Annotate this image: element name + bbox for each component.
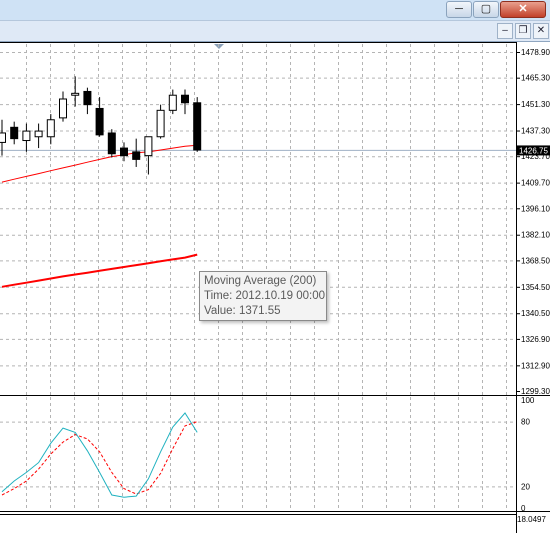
window-caption-bar: ─ ▢ ✕ [0, 0, 550, 20]
candle-body[interactable] [132, 151, 141, 160]
price-tick-label: 1451.30 [521, 100, 550, 109]
oscillator-tick-label: 20 [521, 482, 530, 491]
indicator-tooltip: Moving Average (200) Time: 2012.10.19 00… [199, 271, 327, 321]
chart-minimize-button[interactable]: – [497, 23, 513, 39]
price-tick-label: 1312.90 [521, 361, 550, 370]
stochastic-main-line[interactable] [1, 412, 198, 498]
oscillator-tick-label: 80 [521, 418, 530, 427]
price-tick-label: 1326.90 [521, 335, 550, 344]
candle-body[interactable] [95, 107, 104, 136]
candle-body[interactable] [168, 94, 177, 111]
candle-body[interactable] [144, 136, 153, 157]
tooltip-time: Time: 2012.10.19 00:00 [204, 290, 326, 302]
candle-body[interactable] [156, 109, 165, 138]
price-tick-label: 1354.50 [521, 283, 550, 292]
candle-body[interactable] [120, 147, 128, 157]
tooltip-value: Value: 1371.55 [204, 305, 281, 317]
price-tick-label: 1340.50 [521, 309, 550, 318]
window-minimize-button[interactable]: ─ [446, 1, 472, 18]
oscillator-tick-label: 100 [521, 396, 535, 405]
candle-body[interactable] [181, 94, 189, 104]
price-tick-label: 1465.30 [521, 74, 550, 83]
candle-body[interactable] [59, 98, 67, 119]
candle-body[interactable] [46, 119, 55, 138]
chart-window-bar: – ❐ ✕ [0, 20, 550, 42]
window-maximize-button[interactable]: ▢ [473, 1, 499, 18]
price-tick-label: 1396.10 [521, 204, 550, 213]
window-close-button[interactable]: ✕ [500, 1, 546, 18]
bottom-indicator-value: 18.0497 [517, 515, 546, 524]
candle-body[interactable] [193, 102, 202, 151]
chart-restore-button[interactable]: ❐ [515, 23, 531, 39]
current-price-label: 1426.75 [519, 146, 548, 155]
candle-body[interactable] [83, 90, 92, 106]
price-tick-label: 1409.70 [521, 179, 550, 188]
candle-body[interactable] [107, 132, 116, 155]
price-tick-label: 1437.30 [521, 127, 550, 136]
price-tick-label: 1368.50 [521, 256, 550, 265]
price-tick-label: 1382.10 [521, 231, 550, 240]
price-tick-label: 1299.30 [521, 387, 550, 396]
candle-body[interactable] [0, 132, 6, 143]
stochastic-signal-line[interactable] [1, 421, 198, 496]
oscillator-tick-label: 0 [521, 504, 526, 513]
candle-body[interactable] [34, 130, 43, 138]
candle-body[interactable] [22, 130, 31, 142]
tooltip-title: Moving Average (200) [204, 275, 317, 287]
moving-average-200-line[interactable] [1, 253, 198, 288]
candle-body[interactable] [10, 126, 19, 140]
candle-body[interactable] [71, 92, 80, 96]
chart-close-button[interactable]: ✕ [533, 23, 549, 39]
price-tick-label: 1478.90 [521, 48, 550, 57]
